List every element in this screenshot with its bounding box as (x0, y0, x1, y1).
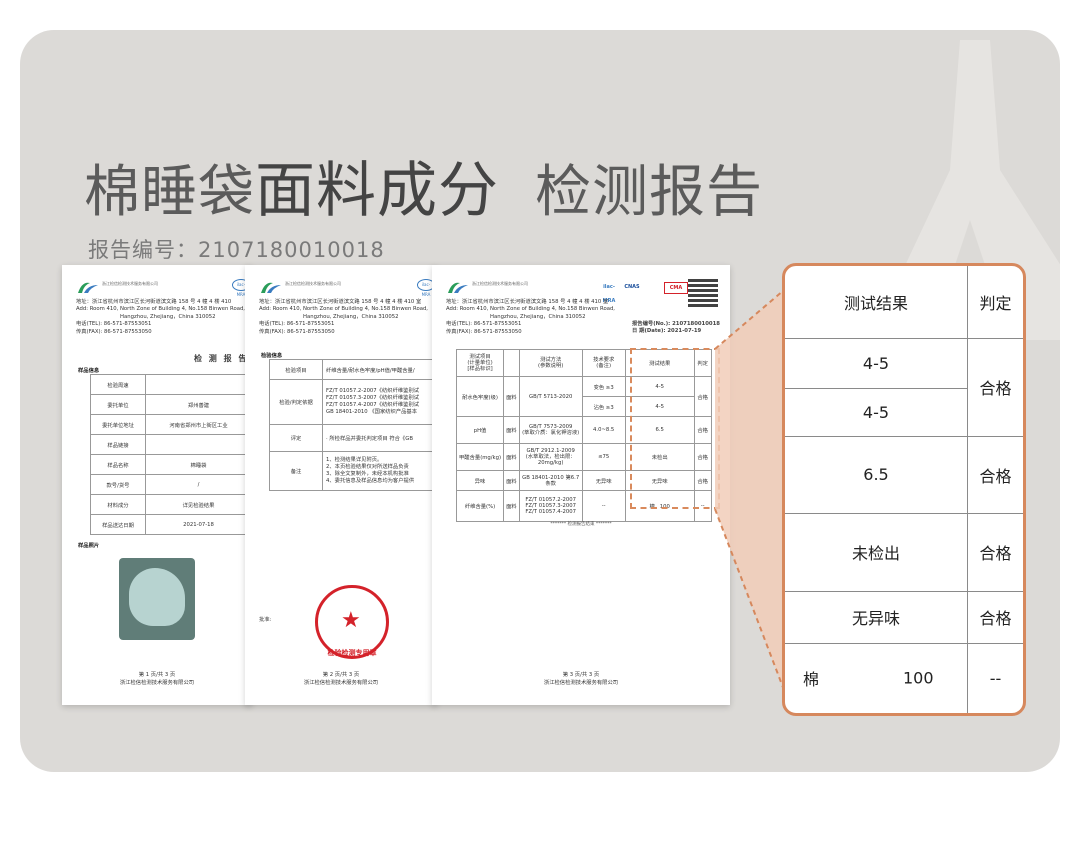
table-row: 无异味 合格 (785, 590, 1023, 644)
star-icon: ★ (341, 608, 361, 633)
table-row: 样品链接 (90, 434, 252, 455)
table-row: 委托单位地址 河南省郑州市上街区工业 (90, 414, 252, 435)
result-cell: 4-5 (785, 337, 968, 389)
title-report: 检测报告 (535, 160, 763, 225)
table-row: 备注 1、检测结果详见附页。 2、本页检验结果仅对所送样品负责 3、除全文复制外，… (269, 451, 437, 491)
highlight-box (630, 348, 720, 509)
judge-cell: 合格 (967, 590, 1023, 644)
table-row: 测试结果 判定 (785, 266, 1023, 339)
page-footer: 第 1 页/共 3 页 浙江检信检测技术服务有限公司 (119, 672, 195, 686)
company-logo-icon (78, 282, 98, 293)
lab-address: 地址：浙江省杭州市滨江区长河街道滨文路 158 号 4 幢 4 楼 410 室 … (446, 299, 615, 335)
lab-name: 浙江检信检测技术服务有限公司 (285, 281, 341, 286)
table-row: 样品名称 棉睡袋 (90, 454, 252, 475)
report-page-1: 浙江检信检测技术服务有限公司 ilac-MRA 地址：浙江省杭州市滨江区长河街道… (62, 265, 252, 705)
column-header-result: 测试结果 (785, 266, 968, 339)
cnas-badge: CNAS (624, 284, 640, 290)
title-highlight: 面料成分 (255, 156, 499, 226)
lab-name: 浙江检信检测技术服务有限公司 (472, 281, 528, 286)
table-row: 材料成分 详见检验结果 (90, 494, 252, 515)
approve-label: 批准: (259, 617, 272, 623)
table-row: 样品送达日期 2021-07-18 (90, 514, 252, 535)
inspect-info-table: 检验项目 纤维含量/耐水色牢度/pH值/甲醛含量/ 检验/判定依据 FZ/T 010… (269, 359, 437, 491)
table-row: 6.5 合格 (785, 435, 1023, 514)
report-page-2: 浙江检信检测技术服务有限公司 ilac-MRA 地址：浙江省杭州市滨江区长河街道… (245, 265, 437, 705)
page-footer: 第 2 页/共 3 页 浙江检信检测技术服务有限公司 (303, 672, 379, 686)
doc-title: 检 测 报 告 (194, 354, 249, 363)
table-row: 4-5 合格 (785, 337, 1023, 437)
judge-cell: -- (967, 642, 1023, 713)
column-header-judge: 判定 (967, 266, 1023, 339)
report-meta: 报告编号(No.): 2107180010018 日 期(Date): 2021… (632, 321, 720, 334)
lab-address: 地址：浙江省杭州市滨江区长河街道滨文路 158 号 4 幢 4 楼 410 Ad… (76, 299, 245, 335)
section-sample-photo: 样品照片 (78, 543, 100, 549)
cma-badge: CMA (664, 282, 688, 294)
table-row: 检验项目 纤维含量/耐水色牢度/pH值/甲醛含量/ (269, 359, 437, 380)
result-cell: 未检出 (785, 512, 968, 592)
company-logo-icon (261, 282, 281, 293)
title-product: 棉睡袋 (84, 160, 255, 225)
result-cell: 6.5 (785, 435, 968, 514)
section-inspect-info: 检验信息 (261, 353, 283, 359)
section-sample-info: 样品信息 (78, 368, 100, 374)
fiber-percent: 100 (903, 668, 934, 688)
fiber-name: 棉 (803, 670, 820, 690)
page-title: 棉睡袋面料成分 检测报告 (84, 142, 763, 229)
result-cell: 无异味 (785, 590, 968, 644)
report-page-3: 浙江检信检测技术服务有限公司 ilac-MRA CNAS CMA 地址：浙江省杭… (432, 265, 730, 705)
company-logo-icon (448, 282, 468, 293)
end-note: ******* 检测报告结束 ******* (550, 522, 612, 527)
sample-photo (119, 558, 195, 640)
table-row: 评定 · 所检样品并委托判定项目 符合《GB (269, 424, 437, 452)
report-number: 报告编号：2107180010018 (88, 238, 385, 262)
page-footer: 第 3 页/共 3 页 浙江检信检测技术服务有限公司 (543, 672, 619, 686)
lab-name: 浙江检信检测技术服务有限公司 (102, 281, 158, 286)
lab-address: 地址：浙江省杭州市滨江区长河街道滨文路 158 号 4 幢 4 楼 410 室 … (259, 299, 428, 335)
official-stamp: ★ 检验检测专用章 (315, 585, 389, 659)
table-row: 棉 100 -- (785, 642, 1023, 713)
judge-cell: 合格 (967, 435, 1023, 514)
result-cell: 棉 100 (785, 642, 968, 713)
table-row: 检验/判定依据 FZ/T 01057.2-2007《纺织纤维鉴别试 FZ/T 01… (269, 379, 437, 425)
table-row: 检验周速 (90, 374, 252, 395)
table-row: 委托单位 郑州善建 (90, 394, 252, 415)
result-cell: 4-5 (785, 387, 968, 437)
zoomed-results-table: 测试结果 判定 4-5 合格 4-5 6.5 合格 未检出 合格 无异味 合格 … (785, 266, 1023, 713)
table-row: 未检出 合格 (785, 512, 1023, 592)
sample-info-table: 检验周速 委托单位 郑州善建 委托单位地址 河南省郑州市上街区工业 样品链接 样品名… (90, 374, 252, 535)
zoomed-results-panel: 测试结果 判定 4-5 合格 4-5 6.5 合格 未检出 合格 无异味 合格 … (782, 263, 1026, 716)
ilac-badge: ilac-MRA (602, 284, 616, 304)
judge-cell: 合格 (967, 337, 1023, 437)
judge-cell: 合格 (967, 512, 1023, 592)
qr-code-icon (688, 277, 718, 307)
table-row: 款号/货号 / (90, 474, 252, 495)
